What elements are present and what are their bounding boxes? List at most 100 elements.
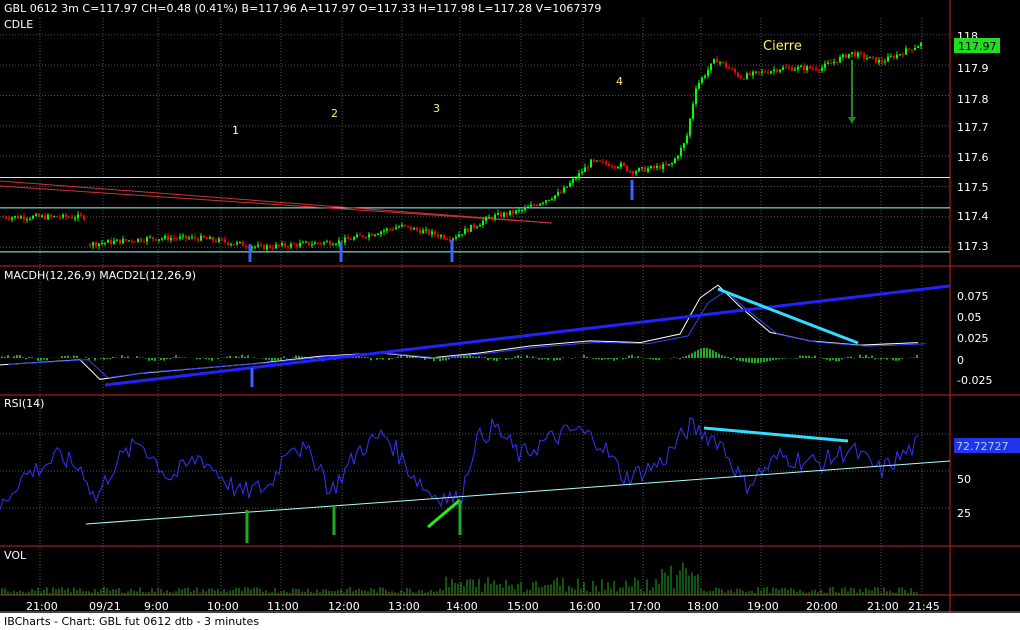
candle-body	[608, 163, 610, 167]
candle-body	[122, 239, 124, 244]
candle-body	[413, 227, 415, 230]
candle-body	[827, 62, 829, 64]
candle-body	[812, 68, 814, 70]
wave-label-3: 3	[433, 102, 440, 115]
candle-body	[782, 67, 784, 70]
symbol-header: GBL 0612 3m C=117.97 CH=0.48 (0.41%) B=1…	[4, 2, 601, 15]
candle-body	[692, 103, 694, 119]
time-tick: 15:00	[507, 600, 539, 613]
candle-body	[839, 57, 841, 63]
candle-body	[806, 66, 808, 71]
wave-label-1: 1	[232, 124, 239, 137]
candle-body	[332, 244, 334, 246]
candle-body	[20, 216, 22, 219]
candle-body	[830, 62, 832, 64]
support-resistance-lines	[0, 176, 950, 253]
candle-body	[77, 214, 79, 219]
candle-body	[506, 212, 508, 216]
time-tick: 18:00	[687, 600, 719, 613]
candle-body	[263, 244, 265, 250]
candle-body	[815, 68, 817, 71]
candle-body	[851, 52, 853, 54]
candle-body	[590, 159, 592, 168]
candle-body	[269, 245, 271, 248]
candle-body	[14, 216, 16, 218]
time-tick: 9:00	[144, 600, 169, 613]
candle-body	[713, 59, 715, 64]
candle-body	[755, 71, 757, 73]
candle-body	[521, 210, 523, 212]
candle-body	[836, 61, 838, 63]
candle-body	[911, 49, 913, 51]
candle-body	[644, 167, 646, 172]
candle-body	[569, 182, 571, 187]
candle-body	[398, 226, 400, 228]
candle-body	[5, 216, 7, 219]
time-tick: 21:00	[867, 600, 899, 613]
candle-body	[794, 69, 796, 71]
candle-body	[302, 242, 304, 244]
candle-body	[500, 212, 502, 217]
price-annotations	[248, 60, 856, 262]
candle-body	[515, 210, 517, 214]
candle-body	[188, 237, 190, 239]
candle-body	[758, 71, 760, 73]
candle-body	[674, 158, 676, 164]
candle-body	[419, 229, 421, 234]
candle-body	[578, 173, 580, 179]
candle-body	[662, 164, 664, 170]
candle-body	[116, 239, 118, 241]
candle-body	[905, 48, 907, 55]
time-tick: 10:00	[207, 600, 239, 613]
time-tick: 21:00	[26, 600, 58, 613]
candle-body	[17, 216, 19, 219]
price-tick: 117.8	[957, 93, 989, 106]
candle-body	[227, 242, 229, 245]
candle-body	[875, 57, 877, 63]
time-tick: 09/21	[89, 600, 121, 613]
candle-body	[683, 143, 685, 148]
candle-body	[329, 241, 331, 245]
price-tick: 117.9	[957, 62, 989, 75]
candle-body	[386, 228, 388, 231]
candle-body	[431, 231, 433, 235]
candle-body	[605, 161, 607, 164]
candle-body	[629, 170, 631, 172]
candle-body	[512, 210, 514, 214]
candle-body	[143, 241, 145, 243]
candle-body	[770, 71, 772, 74]
candle-body	[221, 238, 223, 240]
candle-body	[845, 54, 847, 58]
candle-body	[101, 243, 103, 245]
candle-body	[299, 242, 301, 247]
candle-body	[623, 163, 625, 166]
candle-body	[359, 234, 361, 236]
candle-body	[125, 239, 127, 241]
candle-body	[44, 215, 46, 220]
candle-body	[656, 165, 658, 168]
candle-body	[23, 216, 25, 220]
candle-body	[155, 238, 157, 241]
candle-body	[893, 56, 895, 59]
candle-body	[362, 235, 364, 238]
candle-body	[473, 224, 475, 228]
price-tick: 117.6	[957, 151, 989, 164]
candle-body	[80, 214, 82, 216]
candle-body	[191, 236, 193, 238]
candle-body	[236, 242, 238, 245]
candle-body	[167, 235, 169, 241]
candle-body	[389, 228, 391, 230]
price-tick: 117.5	[957, 181, 989, 194]
candle-body	[233, 244, 235, 246]
candle-body	[35, 214, 37, 216]
candle-body	[410, 226, 412, 230]
candle-body	[47, 214, 49, 220]
candle-body	[701, 77, 703, 83]
candle-body	[425, 229, 427, 231]
candle-body	[773, 69, 775, 72]
candle-body	[284, 243, 286, 247]
candle-body	[215, 240, 217, 242]
candle-body	[776, 69, 778, 72]
candle-body	[137, 238, 139, 242]
candle-body	[785, 67, 787, 69]
